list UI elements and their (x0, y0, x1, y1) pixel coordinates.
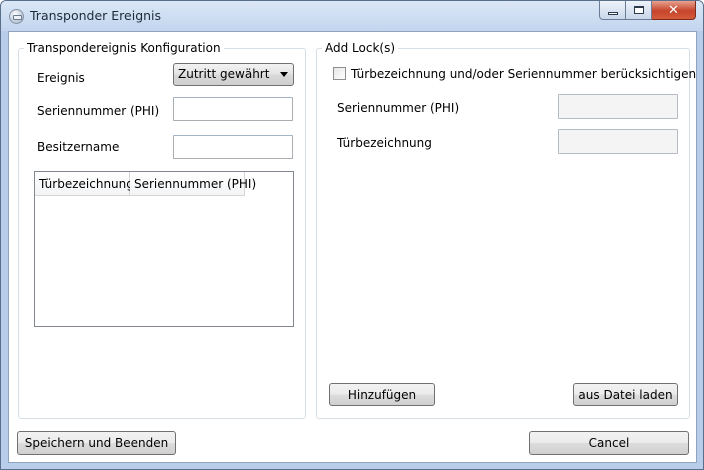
event-combobox-value: Zutritt gewährt (178, 67, 270, 81)
add-lock-button[interactable]: Hinzufügen (329, 383, 435, 406)
app-icon (9, 9, 24, 24)
close-button[interactable]: ✕ (652, 1, 696, 20)
lock-serial-input[interactable] (558, 94, 678, 119)
column-header-serial[interactable]: Seriennummer (PHI) (130, 172, 256, 196)
dialog-window: Transponder Ereignis ✕ Transpondereignis… (0, 0, 704, 470)
dialog-content: Transpondereignis Konfiguration Ereignis… (8, 31, 697, 463)
lock-group-title: Add Lock(s) (322, 41, 399, 55)
owner-input[interactable] (173, 135, 293, 159)
load-from-file-button[interactable]: aus Datei laden (573, 383, 678, 406)
serial-label: Seriennummer (PHI) (37, 104, 160, 118)
cancel-button[interactable]: Cancel (529, 431, 689, 455)
lock-door-input[interactable] (558, 129, 678, 154)
minimize-button[interactable] (599, 1, 626, 20)
config-group: Transpondereignis Konfiguration Ereignis… (18, 41, 306, 419)
minimize-icon (607, 11, 618, 15)
owner-label: Besitzername (37, 140, 120, 154)
event-label: Ereignis (37, 71, 85, 85)
event-combobox[interactable]: Zutritt gewährt (173, 63, 294, 86)
save-and-exit-button[interactable]: Speichern und Beenden (17, 431, 176, 455)
consider-door-serial-checkbox[interactable] (333, 67, 346, 80)
close-icon: ✕ (668, 2, 679, 18)
serial-input[interactable] (173, 97, 293, 121)
window-title: Transponder Ereignis (30, 8, 162, 23)
lock-group: Add Lock(s) Türbezeichnung und/oder Seri… (316, 41, 696, 419)
column-header-door[interactable]: Türbezeichnung (35, 172, 134, 196)
maximize-icon (633, 6, 644, 14)
title-bar[interactable]: Transponder Ereignis ✕ (1, 1, 703, 31)
window-controls: ✕ (599, 1, 696, 20)
consider-door-serial-label[interactable]: Türbezeichnung und/oder Seriennummer ber… (351, 67, 696, 81)
lock-serial-label: Seriennummer (PHI) (337, 101, 460, 115)
table-header: Türbezeichnung Seriennummer (PHI) (35, 172, 256, 196)
lock-door-label: Türbezeichnung (337, 136, 432, 150)
maximize-button[interactable] (626, 1, 652, 20)
config-group-title: Transpondereignis Konfiguration (24, 41, 224, 55)
chevron-down-icon (280, 72, 288, 77)
transponder-table[interactable]: Türbezeichnung Seriennummer (PHI) (34, 171, 294, 327)
